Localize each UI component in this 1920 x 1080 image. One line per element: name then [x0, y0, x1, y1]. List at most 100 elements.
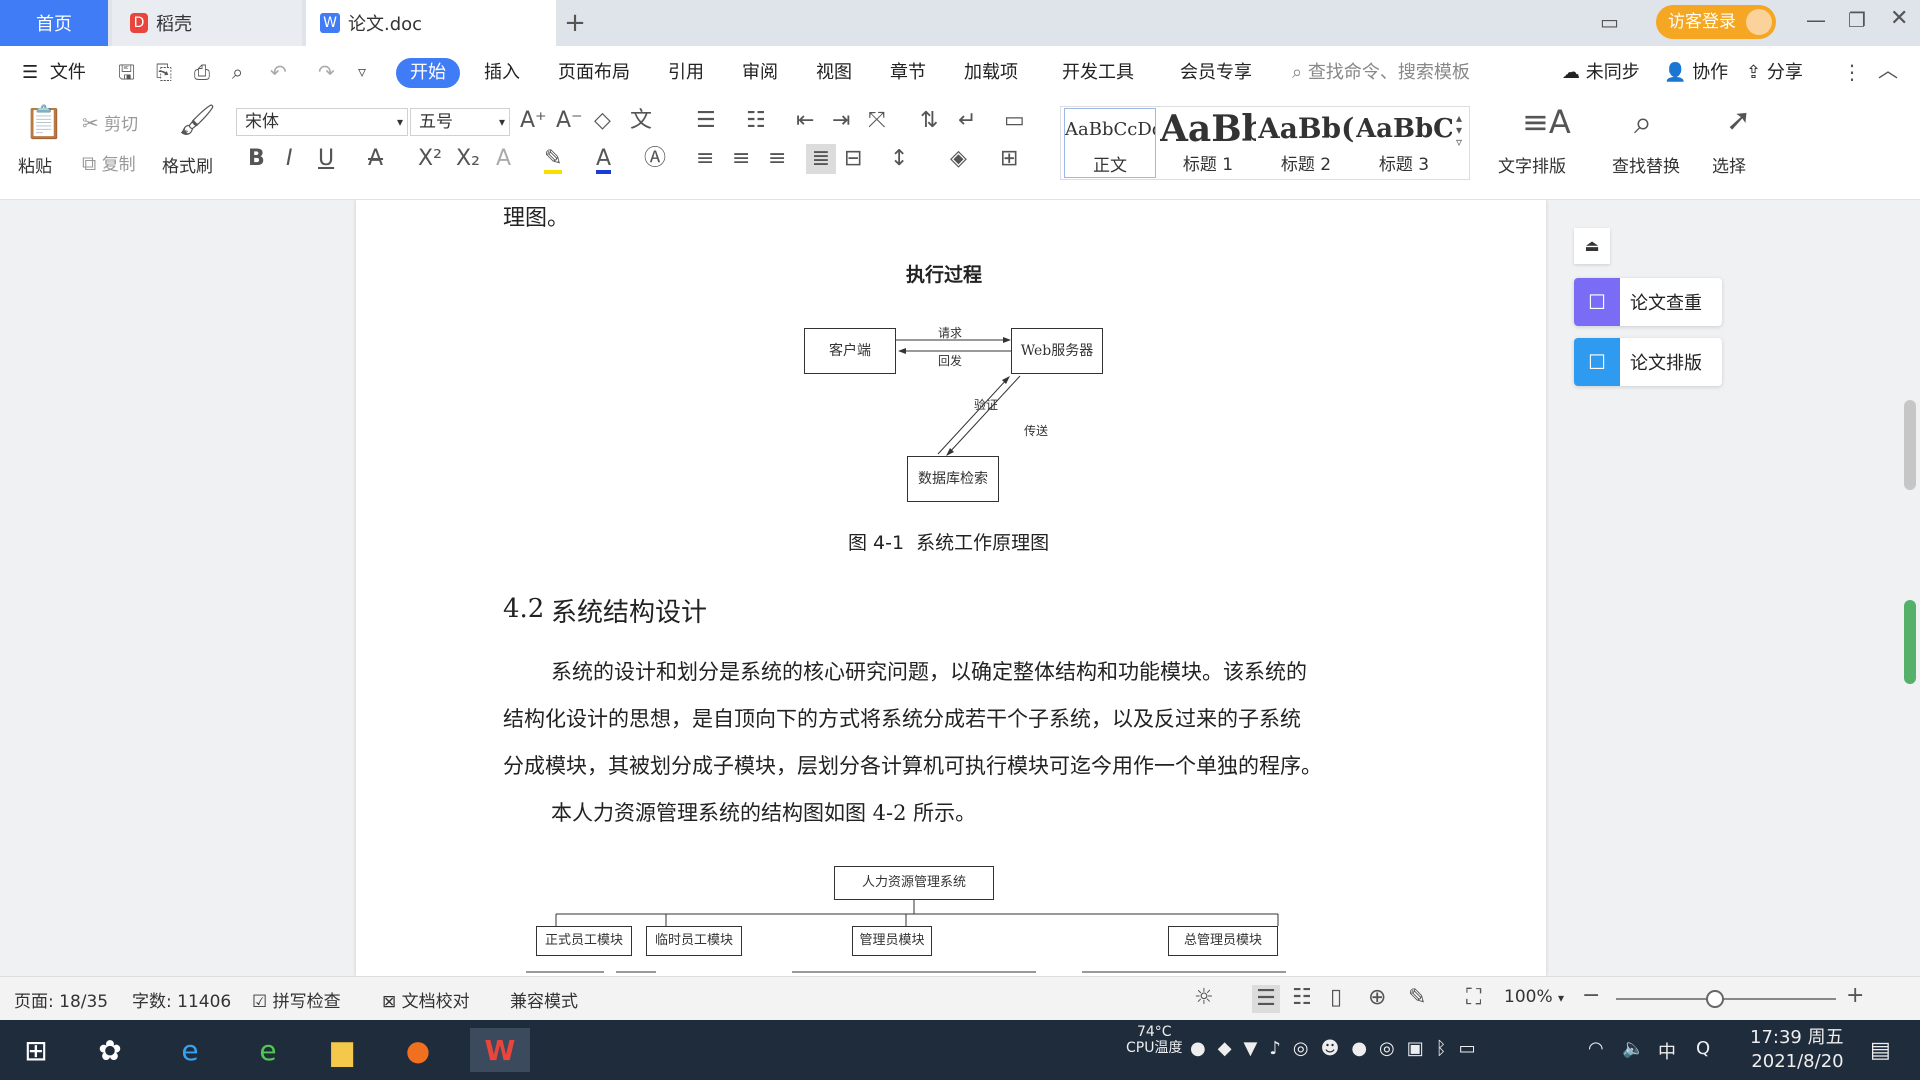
- distribute-icon[interactable]: ⊟: [844, 148, 862, 170]
- tab-start[interactable]: 开始: [396, 58, 460, 88]
- tray-icons[interactable]: ●◆▼♪◎☻●◎▣ᛒ▭: [1190, 1038, 1488, 1059]
- tab-member[interactable]: 会员专享: [1180, 58, 1252, 88]
- align-right-icon[interactable]: ≡: [768, 148, 786, 170]
- volume-icon[interactable]: 🔈: [1622, 1038, 1644, 1059]
- tab-document[interactable]: W 论文.doc: [306, 0, 556, 46]
- strikethrough-icon[interactable]: A: [368, 148, 383, 170]
- browser-360-icon[interactable]: e: [246, 1028, 290, 1072]
- quick-access-dropdown-icon[interactable]: ▿: [358, 64, 366, 80]
- collaborate-button[interactable]: 👤 协作: [1664, 58, 1728, 88]
- new-tab-button[interactable]: +: [560, 0, 590, 46]
- visitor-login-button[interactable]: 访客登录: [1656, 5, 1776, 39]
- file-explorer-icon[interactable]: ▆: [320, 1028, 364, 1072]
- bold-icon[interactable]: B: [248, 148, 265, 170]
- more-icon[interactable]: ⋮: [1842, 62, 1862, 82]
- font-size-select[interactable]: 五号 ▾: [410, 108, 510, 136]
- clock[interactable]: 17:39 周五 2021/8/20: [1750, 1026, 1844, 1074]
- font-color-icon[interactable]: A: [596, 148, 612, 174]
- undo-icon[interactable]: ↶: [270, 62, 287, 82]
- file-menu[interactable]: ☰ 文件: [22, 58, 86, 88]
- italic-icon[interactable]: I: [286, 148, 293, 170]
- tab-addins[interactable]: 加载项: [964, 58, 1018, 88]
- share-button[interactable]: ⇪ 分享: [1746, 58, 1803, 88]
- minimize-icon[interactable]: —: [1806, 10, 1826, 30]
- cut-button[interactable]: ✂ 剪切: [82, 110, 138, 136]
- zoom-level[interactable]: 100% ▾: [1504, 987, 1564, 1007]
- web-view-icon[interactable]: ⊕: [1368, 987, 1386, 1009]
- text-layout-button[interactable]: ≡A 文字排版: [1498, 106, 1582, 178]
- wps-office-icon[interactable]: W: [470, 1028, 530, 1072]
- app-icon-fan[interactable]: ✿: [88, 1028, 132, 1072]
- align-center-icon[interactable]: ≡: [732, 148, 750, 170]
- align-left-icon[interactable]: ≡: [696, 148, 714, 170]
- style-heading2[interactable]: AaBb( 标题 2: [1258, 108, 1354, 178]
- sort-icon[interactable]: ⇅: [920, 110, 938, 132]
- superscript-icon[interactable]: X²: [418, 148, 442, 170]
- subscript-icon[interactable]: X₂: [456, 148, 480, 170]
- font-name-select[interactable]: 宋体 ▾: [236, 108, 408, 136]
- select-button[interactable]: ➚ 选择: [1712, 106, 1772, 178]
- proofread-button[interactable]: ⊠ 文档校对: [382, 987, 470, 1012]
- clear-format-icon[interactable]: ◇: [594, 110, 611, 132]
- tab-daoke[interactable]: D 稻壳: [112, 0, 302, 46]
- pen-icon[interactable]: ✎: [1408, 987, 1426, 1009]
- reading-view-icon[interactable]: ▯: [1330, 987, 1342, 1009]
- line-spacing-icon[interactable]: ↕: [890, 148, 908, 170]
- borders-icon[interactable]: ⊞: [1000, 148, 1018, 170]
- copy-button[interactable]: ⧉ 复制: [82, 150, 136, 176]
- shading-icon[interactable]: ◈: [950, 148, 967, 170]
- find-replace-button[interactable]: ⌕ 查找替换: [1612, 106, 1696, 178]
- print-preview-icon[interactable]: ⌕: [232, 62, 243, 82]
- paper-check-button[interactable]: ☐ 论文查重: [1574, 278, 1722, 326]
- fit-page-icon[interactable]: ⛶: [1466, 987, 1481, 1009]
- collapse-ribbon-icon[interactable]: ︿: [1878, 60, 1898, 80]
- highlight-icon[interactable]: ✎: [544, 148, 563, 174]
- style-heading1[interactable]: AaBb 标题 1: [1160, 108, 1256, 178]
- underline-icon[interactable]: U: [318, 148, 334, 170]
- side-collapse-button[interactable]: ⏏: [1574, 228, 1610, 264]
- restore-icon[interactable]: ❐: [1848, 10, 1866, 30]
- wifi-icon[interactable]: ◠: [1588, 1038, 1604, 1059]
- grow-font-icon[interactable]: A⁺: [520, 110, 547, 132]
- style-normal[interactable]: AaBbCcDd 正文: [1064, 108, 1156, 178]
- phonetic-icon[interactable]: 文: [630, 110, 652, 132]
- eye-protect-icon[interactable]: ☼: [1194, 987, 1214, 1009]
- outline-view-icon[interactable]: ☷: [1292, 987, 1312, 1009]
- print-icon[interactable]: ⎙: [194, 62, 210, 82]
- bullet-list-icon[interactable]: ☰: [696, 110, 716, 132]
- sync-status-button[interactable]: ☁ 未同步: [1562, 58, 1640, 88]
- zoom-slider-handle[interactable]: [1706, 990, 1724, 1008]
- page-indicator[interactable]: 页面: 18/35: [14, 987, 108, 1012]
- ruler-icon[interactable]: ▭: [1004, 110, 1025, 132]
- style-heading3[interactable]: AaBbC 标题 3: [1356, 108, 1452, 178]
- tab-references[interactable]: 引用: [668, 58, 704, 88]
- document-page[interactable]: 理图。 执行过程 客户端 Web服务器 数据库检索 请求 回发 验证 传送 图 …: [356, 200, 1546, 976]
- zoom-slider[interactable]: [1616, 990, 1836, 1008]
- export-icon[interactable]: ⎘: [156, 62, 172, 82]
- tab-home[interactable]: 首页: [0, 0, 108, 46]
- tab-developer[interactable]: 开发工具: [1062, 58, 1134, 88]
- format-painter-button[interactable]: 🖌 格式刷: [162, 106, 222, 178]
- redo-icon[interactable]: ↷: [318, 62, 335, 82]
- tab-insert[interactable]: 插入: [484, 58, 520, 88]
- increase-indent-icon[interactable]: ⇥: [832, 110, 850, 132]
- paper-layout-button[interactable]: ☐ 论文排版: [1574, 338, 1722, 386]
- ie-browser-icon[interactable]: e: [168, 1028, 212, 1072]
- command-search[interactable]: ⌕ 查找命令、搜索模板: [1292, 58, 1470, 88]
- page-view-icon[interactable]: ☰: [1252, 985, 1280, 1013]
- windows-start-icon[interactable]: ⊞: [14, 1028, 58, 1072]
- spell-check-button[interactable]: ☑ 拼写检查: [252, 987, 341, 1012]
- vertical-scrollbar[interactable]: [1900, 200, 1920, 976]
- word-count[interactable]: 字数: 11406: [132, 987, 231, 1012]
- text-effect-icon[interactable]: A: [496, 148, 511, 170]
- zoom-out-icon[interactable]: −: [1582, 985, 1600, 1007]
- tab-review[interactable]: 审阅: [742, 58, 778, 88]
- qq-icon[interactable]: Q: [1696, 1038, 1710, 1059]
- tab-view[interactable]: 视图: [816, 58, 852, 88]
- save-icon[interactable]: 🖫: [118, 62, 135, 82]
- justify-icon[interactable]: ≣: [806, 144, 836, 174]
- numbered-list-icon[interactable]: ☷: [746, 110, 766, 132]
- paste-button[interactable]: 📋 粘贴: [16, 106, 66, 178]
- char-border-icon[interactable]: Ⓐ: [644, 148, 666, 170]
- ime-indicator[interactable]: 中: [1658, 1038, 1676, 1064]
